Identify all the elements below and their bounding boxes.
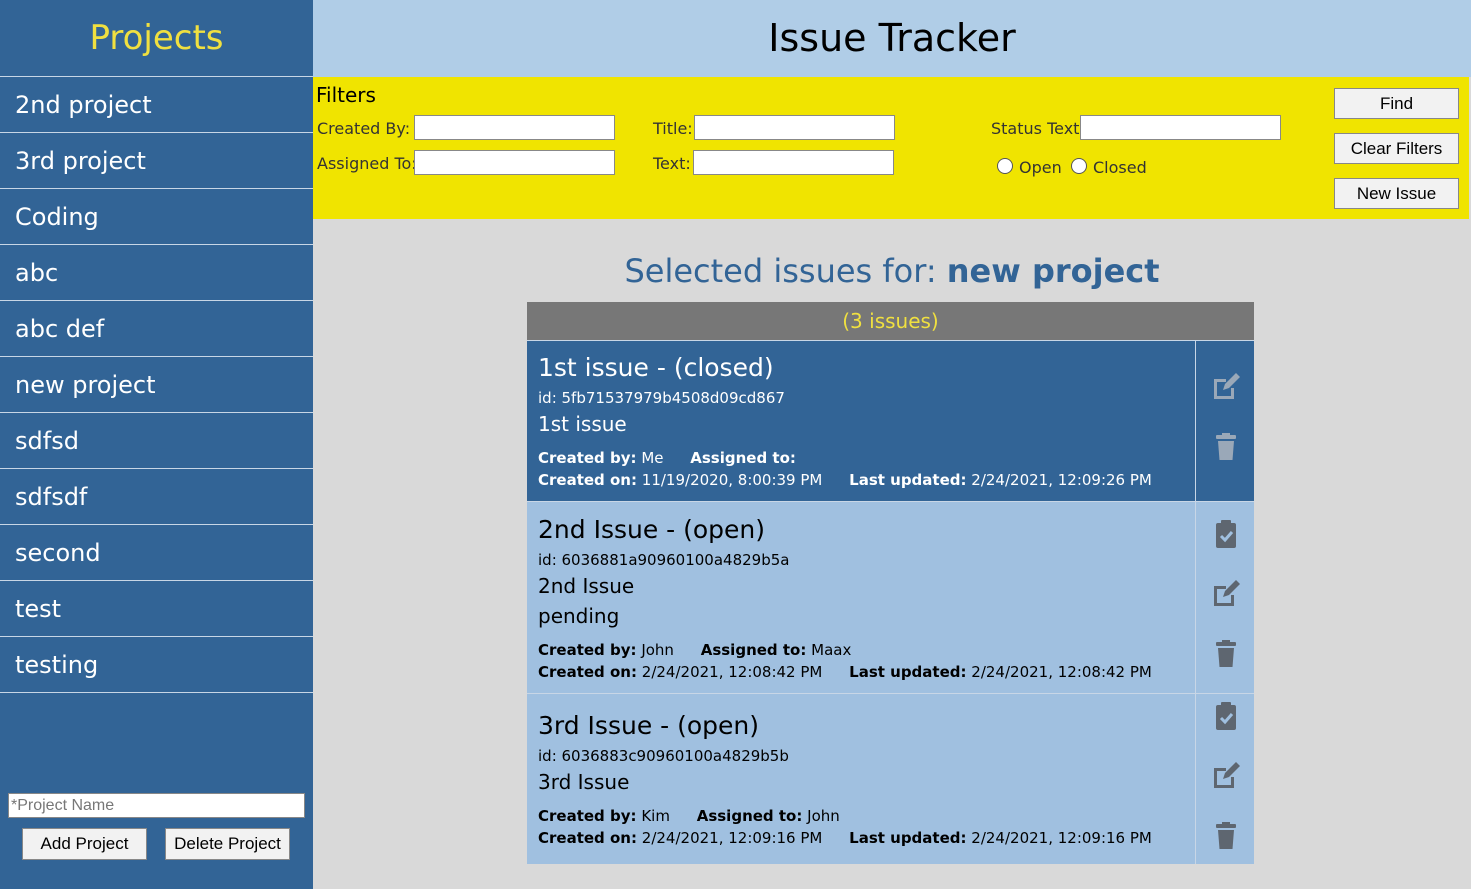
created-on-value: 11/19/2020, 8:00:39 PM bbox=[641, 471, 823, 489]
issue-people: Created by: Me Assigned to: bbox=[538, 449, 796, 467]
created-by-value: John bbox=[641, 641, 674, 659]
assigned-to-label: Assigned To: bbox=[317, 154, 417, 173]
assigned-to-value: John bbox=[807, 807, 840, 825]
project-item[interactable]: test bbox=[0, 581, 313, 637]
open-label: Open bbox=[1019, 158, 1062, 177]
last-updated-label: Last updated: bbox=[849, 471, 967, 489]
issue-actions bbox=[1195, 694, 1254, 864]
created-on-value: 2/24/2021, 12:08:42 PM bbox=[641, 663, 823, 681]
project-item[interactable]: new project bbox=[0, 357, 313, 413]
issue-body: 3rd Issue - (open) id: 6036883c90960100a… bbox=[527, 694, 1195, 864]
last-updated-value: 2/24/2021, 12:09:26 PM bbox=[971, 471, 1152, 489]
issue-people: Created by: Kim Assigned to: John bbox=[538, 807, 840, 825]
issue-id: id: 6036883c90960100a4829b5b bbox=[538, 747, 789, 765]
last-updated-value: 2/24/2021, 12:09:16 PM bbox=[971, 829, 1152, 847]
delete-project-button[interactable]: Delete Project bbox=[165, 828, 290, 860]
issue-people: Created by: John Assigned to: Maax bbox=[538, 641, 851, 659]
title-label: Title: bbox=[653, 119, 693, 138]
last-updated-label: Last updated: bbox=[849, 663, 967, 681]
page-title: Issue Tracker bbox=[313, 0, 1471, 77]
issue-card: 3rd Issue - (open) id: 6036883c90960100a… bbox=[527, 693, 1254, 864]
last-updated-label: Last updated: bbox=[849, 829, 967, 847]
last-updated-value: 2/24/2021, 12:08:42 PM bbox=[971, 663, 1152, 681]
issue-status-text: pending bbox=[538, 604, 620, 628]
assigned-to-value: Maax bbox=[811, 641, 852, 659]
project-item[interactable]: sdfsdf bbox=[0, 469, 313, 525]
filters-panel: Filters Created By: Assigned To: Title: … bbox=[313, 77, 1469, 219]
assigned-to-label: Assigned to: bbox=[690, 449, 796, 467]
project-item[interactable]: Coding bbox=[0, 189, 313, 245]
issues-count: (3 issues) bbox=[527, 302, 1254, 340]
created-on-value: 2/24/2021, 12:09:16 PM bbox=[641, 829, 823, 847]
assigned-to-input[interactable] bbox=[414, 150, 615, 175]
issue-body: 1st issue - (closed) id: 5fb71537979b450… bbox=[527, 341, 1195, 501]
text-label: Text: bbox=[653, 154, 691, 173]
issue-dates: Created on: 2/24/2021, 12:08:42 PM Last … bbox=[538, 663, 1152, 681]
trash-icon[interactable] bbox=[1210, 638, 1242, 670]
issue-text: 3rd Issue bbox=[538, 770, 630, 794]
created-by-value: Kim bbox=[641, 807, 670, 825]
selected-issues-heading: Selected issues for: new project bbox=[313, 252, 1471, 290]
assigned-to-label: Assigned to: bbox=[696, 807, 803, 825]
assigned-to-label: Assigned to: bbox=[700, 641, 807, 659]
find-button[interactable]: Find bbox=[1334, 88, 1459, 119]
status-text-label: Status Text: bbox=[991, 119, 1085, 138]
issue-actions bbox=[1195, 341, 1254, 501]
project-item[interactable]: abc def bbox=[0, 301, 313, 357]
filters-title: Filters bbox=[316, 83, 376, 107]
created-by-label: Created by: bbox=[538, 807, 637, 825]
issue-body: 2nd Issue - (open) id: 6036881a90960100a… bbox=[527, 502, 1195, 693]
selected-issues-prefix: Selected issues for: bbox=[624, 252, 937, 290]
open-radio[interactable] bbox=[997, 158, 1013, 174]
created-by-label: Created By: bbox=[317, 119, 411, 138]
sidebar-title: Projects bbox=[0, 0, 313, 77]
new-issue-button[interactable]: New Issue bbox=[1334, 178, 1459, 209]
project-item[interactable]: 3rd project bbox=[0, 133, 313, 189]
created-by-input[interactable] bbox=[414, 115, 615, 140]
issue-dates: Created on: 11/19/2020, 8:00:39 PM Last … bbox=[538, 471, 1152, 489]
status-text-input[interactable] bbox=[1080, 115, 1281, 140]
clear-filters-button[interactable]: Clear Filters bbox=[1334, 133, 1459, 164]
issue-text: 1st issue bbox=[538, 412, 627, 436]
clipboard-check-icon[interactable] bbox=[1210, 700, 1242, 732]
project-item[interactable]: abc bbox=[0, 245, 313, 301]
project-name-input[interactable] bbox=[8, 793, 305, 818]
edit-icon[interactable] bbox=[1210, 371, 1242, 403]
issue-dates: Created on: 2/24/2021, 12:09:16 PM Last … bbox=[538, 829, 1152, 847]
add-project-button[interactable]: Add Project bbox=[22, 828, 147, 860]
issue-title: 3rd Issue - (open) bbox=[538, 711, 760, 740]
issue-title: 2nd Issue - (open) bbox=[538, 515, 766, 544]
issue-card: 1st issue - (closed) id: 5fb71537979b450… bbox=[527, 340, 1254, 501]
text-input[interactable] bbox=[693, 150, 894, 175]
title-input[interactable] bbox=[694, 115, 895, 140]
sidebar: Projects 2nd project 3rd project Coding … bbox=[0, 0, 313, 889]
issue-actions bbox=[1195, 502, 1254, 693]
project-item[interactable]: second bbox=[0, 525, 313, 581]
edit-icon[interactable] bbox=[1210, 578, 1242, 610]
issue-text: 2nd Issue bbox=[538, 574, 635, 598]
project-item[interactable]: sdfsd bbox=[0, 413, 313, 469]
selected-project-name: new project bbox=[946, 252, 1160, 290]
project-item[interactable]: testing bbox=[0, 637, 313, 693]
issue-id: id: 6036881a90960100a4829b5a bbox=[538, 551, 790, 569]
issue-card: 2nd Issue - (open) id: 6036881a90960100a… bbox=[527, 501, 1254, 693]
project-list: 2nd project 3rd project Coding abc abc d… bbox=[0, 77, 313, 693]
issue-title: 1st issue - (closed) bbox=[538, 353, 774, 382]
closed-label: Closed bbox=[1093, 158, 1147, 177]
trash-icon[interactable] bbox=[1210, 820, 1242, 852]
trash-icon[interactable] bbox=[1210, 431, 1242, 463]
issue-id: id: 5fb71537979b4508d09cd867 bbox=[538, 389, 785, 407]
created-on-label: Created on: bbox=[538, 471, 637, 489]
clipboard-check-icon[interactable] bbox=[1210, 518, 1242, 550]
created-on-label: Created on: bbox=[538, 829, 637, 847]
project-item[interactable]: 2nd project bbox=[0, 77, 313, 133]
closed-radio[interactable] bbox=[1071, 158, 1087, 174]
edit-icon[interactable] bbox=[1210, 760, 1242, 792]
created-by-label: Created by: bbox=[538, 449, 637, 467]
created-by-value: Me bbox=[641, 449, 664, 467]
created-on-label: Created on: bbox=[538, 663, 637, 681]
issues-panel: (3 issues) 1st issue - (closed) id: 5fb7… bbox=[527, 302, 1254, 864]
created-by-label: Created by: bbox=[538, 641, 637, 659]
